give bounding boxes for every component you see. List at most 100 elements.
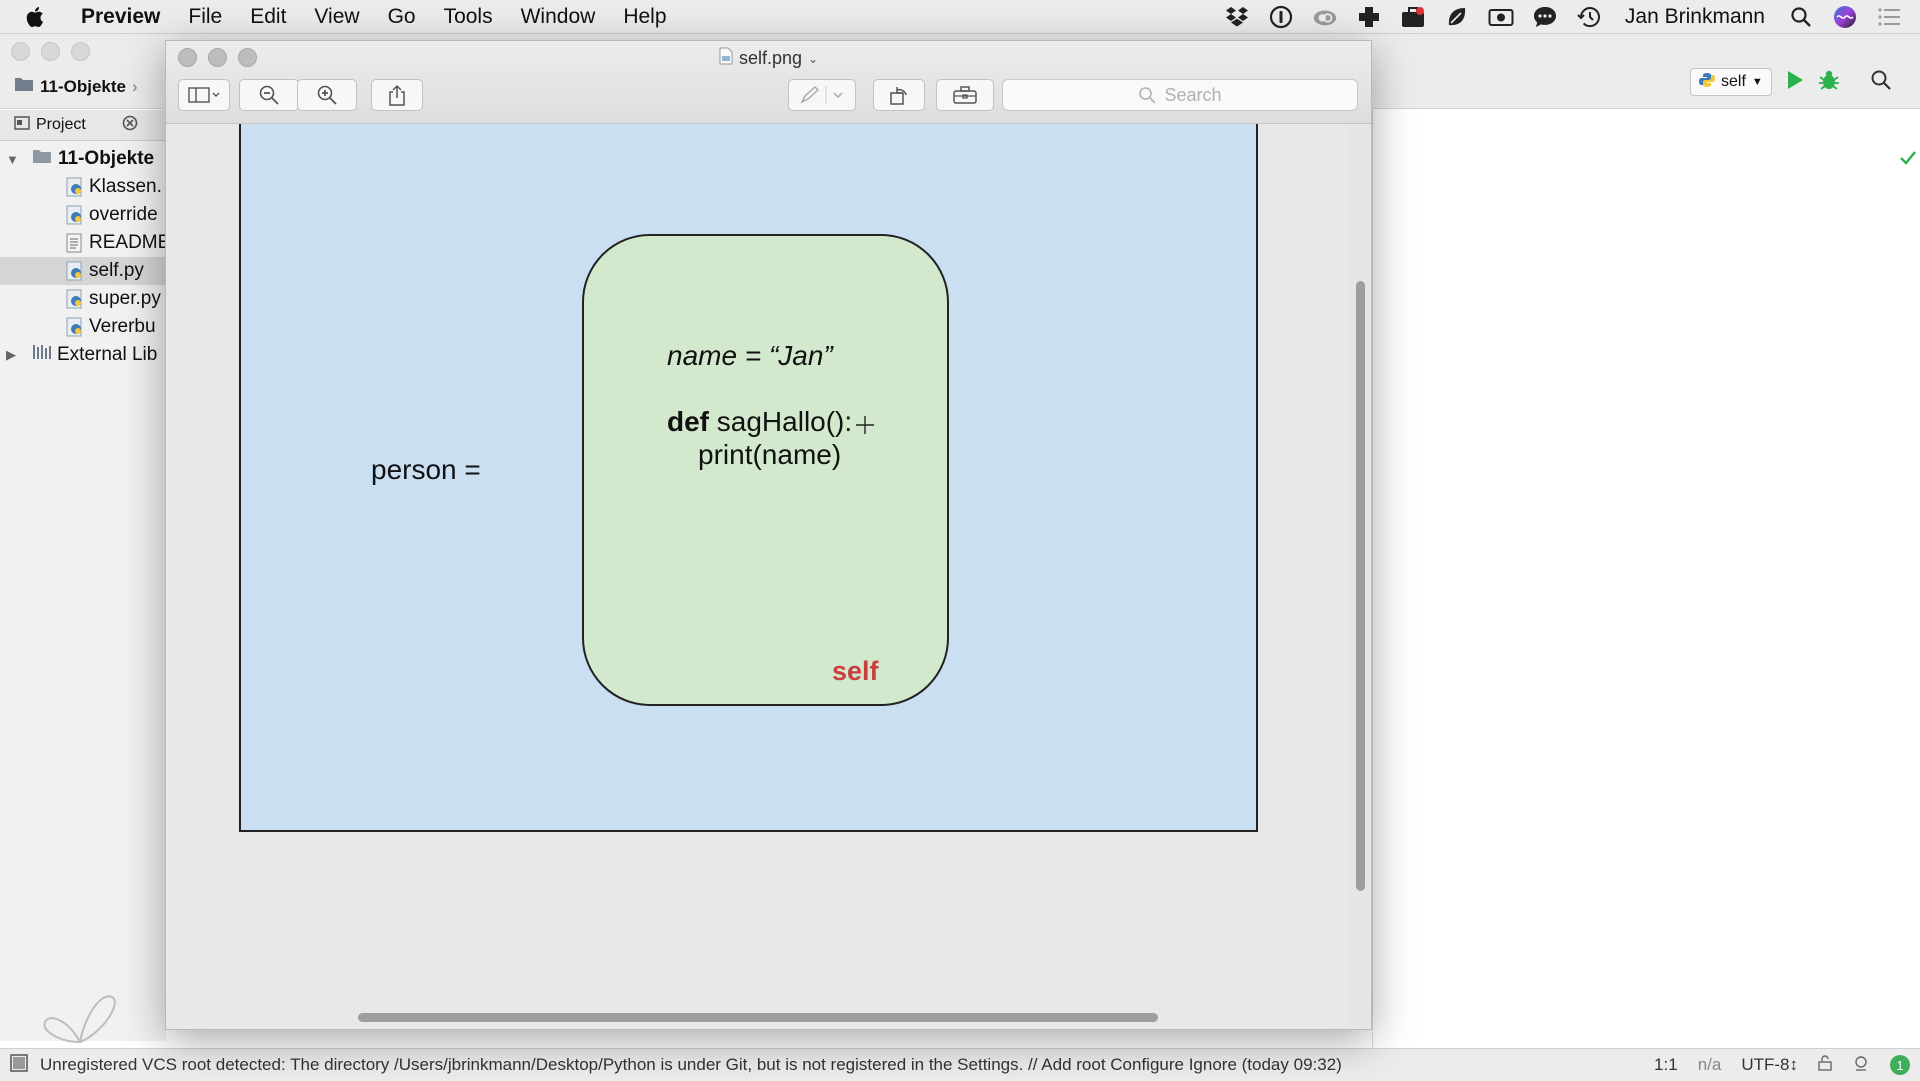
lock-icon[interactable] bbox=[1818, 1054, 1832, 1076]
python-file-icon bbox=[66, 317, 82, 337]
search-icon bbox=[1139, 87, 1157, 104]
tree-root-label: 11-Objekte bbox=[58, 148, 155, 169]
settings-icon[interactable] bbox=[122, 115, 138, 136]
vertical-scrollbar[interactable] bbox=[1356, 281, 1365, 891]
briefcase-icon[interactable] bbox=[1400, 4, 1426, 30]
ide-minimize-button[interactable] bbox=[41, 42, 60, 61]
user-name[interactable]: Jan Brinkmann bbox=[1625, 5, 1765, 29]
menu-tools[interactable]: Tools bbox=[444, 5, 493, 29]
run-icon[interactable] bbox=[1786, 70, 1804, 95]
tree-file-label: self.py bbox=[89, 260, 144, 281]
window-title-label: self.png bbox=[738, 48, 802, 68]
sidebar-toggle-button[interactable] bbox=[178, 79, 230, 111]
expand-arrow-icon[interactable]: ▶ bbox=[6, 347, 32, 363]
debug-icon[interactable] bbox=[1818, 69, 1840, 96]
preview-titlebar: self.png ⌄ Search bbox=[166, 41, 1371, 124]
menu-help[interactable]: Help bbox=[623, 5, 666, 29]
zoom-out-icon bbox=[259, 85, 279, 105]
chevron-down-icon: ▼ bbox=[1751, 76, 1763, 88]
project-tab-label[interactable]: Project bbox=[36, 116, 86, 134]
vcs-status-message[interactable]: Unregistered VCS root detected: The dire… bbox=[40, 1055, 1342, 1075]
project-icon bbox=[14, 115, 30, 135]
siri-icon[interactable] bbox=[1832, 4, 1858, 30]
run-configuration-select[interactable]: self ▼ bbox=[1690, 68, 1772, 96]
pen-icon bbox=[800, 85, 843, 104]
horizontal-scrollbar[interactable] bbox=[358, 1013, 1158, 1022]
menu-edit[interactable]: Edit bbox=[250, 5, 286, 29]
menu-view[interactable]: View bbox=[314, 5, 359, 29]
self-label: self bbox=[832, 656, 879, 686]
chat-bubble-icon[interactable] bbox=[1532, 4, 1558, 30]
variable-label: person = bbox=[371, 454, 481, 485]
event-log-badge[interactable]: 1 bbox=[1890, 1055, 1910, 1075]
search-field[interactable]: Search bbox=[1002, 79, 1358, 111]
ide-breadcrumb[interactable]: 11-Objekte › bbox=[14, 76, 138, 97]
folder-icon bbox=[14, 76, 34, 97]
tree-root-folder[interactable]: ▼ 11-Objekte bbox=[0, 145, 166, 173]
sidebar-icon bbox=[188, 87, 220, 103]
plus-app-icon[interactable] bbox=[1356, 4, 1382, 30]
share-icon bbox=[389, 84, 405, 106]
status-toggle-icon[interactable] bbox=[10, 1053, 28, 1077]
camera-icon[interactable] bbox=[1488, 4, 1514, 30]
apple-icon[interactable] bbox=[25, 5, 63, 29]
toolbox-icon bbox=[953, 86, 977, 104]
time-machine-icon[interactable] bbox=[1576, 4, 1602, 30]
zoom-in-button[interactable] bbox=[297, 79, 357, 111]
line-separator[interactable]: n/a bbox=[1698, 1055, 1722, 1075]
python-file-icon bbox=[66, 261, 82, 281]
dropbox-icon[interactable] bbox=[1224, 4, 1250, 30]
breadcrumb-project[interactable]: 11-Objekte bbox=[40, 77, 126, 97]
folder-icon bbox=[32, 148, 52, 170]
tree-external-label: External Lib bbox=[57, 344, 158, 365]
preview-canvas[interactable]: person = name = “Jan” def sagHallo(): pr… bbox=[166, 124, 1349, 1029]
window-title[interactable]: self.png ⌄ bbox=[166, 47, 1371, 70]
tree-file-label: super.py bbox=[89, 288, 161, 309]
ide-zoom-button[interactable] bbox=[71, 42, 90, 61]
zoom-out-button[interactable] bbox=[239, 79, 299, 111]
chevron-right-icon: › bbox=[132, 76, 138, 96]
search-placeholder: Search bbox=[1164, 84, 1222, 105]
python-file-icon bbox=[66, 289, 82, 309]
watermark-logo bbox=[40, 982, 120, 1057]
cursor-position[interactable]: 1:1 bbox=[1654, 1055, 1678, 1075]
menu-app-preview[interactable]: Preview bbox=[81, 5, 160, 29]
cloud-icon[interactable] bbox=[1312, 4, 1338, 30]
toolbox-button[interactable] bbox=[936, 79, 994, 111]
1password-icon[interactable] bbox=[1268, 4, 1294, 30]
inspector-icon[interactable] bbox=[1852, 1054, 1870, 1077]
def-keyword: def bbox=[667, 406, 709, 437]
spotlight-search-icon[interactable] bbox=[1788, 4, 1814, 30]
expand-arrow-icon[interactable]: ▼ bbox=[6, 152, 32, 167]
chevron-down-icon[interactable]: ⌄ bbox=[808, 52, 818, 66]
ide-editor[interactable] bbox=[1372, 110, 1920, 1048]
ide-run-toolbar: self ▼ bbox=[1690, 68, 1892, 96]
tree-file-label: override bbox=[89, 204, 158, 225]
method-signature: sagHallo(): bbox=[709, 406, 853, 437]
notification-center-icon[interactable] bbox=[1876, 4, 1902, 30]
inspection-ok-icon bbox=[1899, 150, 1917, 171]
markup-pen-button[interactable] bbox=[788, 79, 856, 111]
python-icon bbox=[1699, 72, 1715, 93]
library-icon bbox=[32, 343, 52, 367]
leaf-icon[interactable] bbox=[1444, 4, 1470, 30]
menu-file[interactable]: File bbox=[188, 5, 222, 29]
menu-bar: Preview File Edit View Go Tools Window H… bbox=[0, 0, 1920, 34]
ide-project-tool-bar: Project bbox=[0, 110, 166, 141]
tree-external-libraries[interactable]: ▶ External Lib bbox=[0, 341, 166, 369]
rotate-button[interactable] bbox=[873, 79, 925, 111]
python-file-icon bbox=[66, 177, 82, 197]
zoom-in-icon bbox=[317, 85, 337, 105]
file-encoding[interactable]: UTF-8↕ bbox=[1741, 1055, 1798, 1075]
ide-search-icon[interactable] bbox=[1870, 69, 1892, 96]
rotate-icon bbox=[890, 87, 907, 105]
image-file-icon bbox=[719, 47, 733, 70]
tree-file-label: Vererbu bbox=[89, 316, 156, 337]
menu-go[interactable]: Go bbox=[388, 5, 416, 29]
crosshair-cursor-icon bbox=[856, 416, 874, 439]
ide-close-button[interactable] bbox=[11, 42, 30, 61]
share-button[interactable] bbox=[371, 79, 423, 111]
ide-project-tree: ▼ 11-Objekte Klassen. override README se… bbox=[0, 141, 232, 1041]
tree-file-label: Klassen. bbox=[89, 176, 162, 197]
menu-window[interactable]: Window bbox=[521, 5, 596, 29]
